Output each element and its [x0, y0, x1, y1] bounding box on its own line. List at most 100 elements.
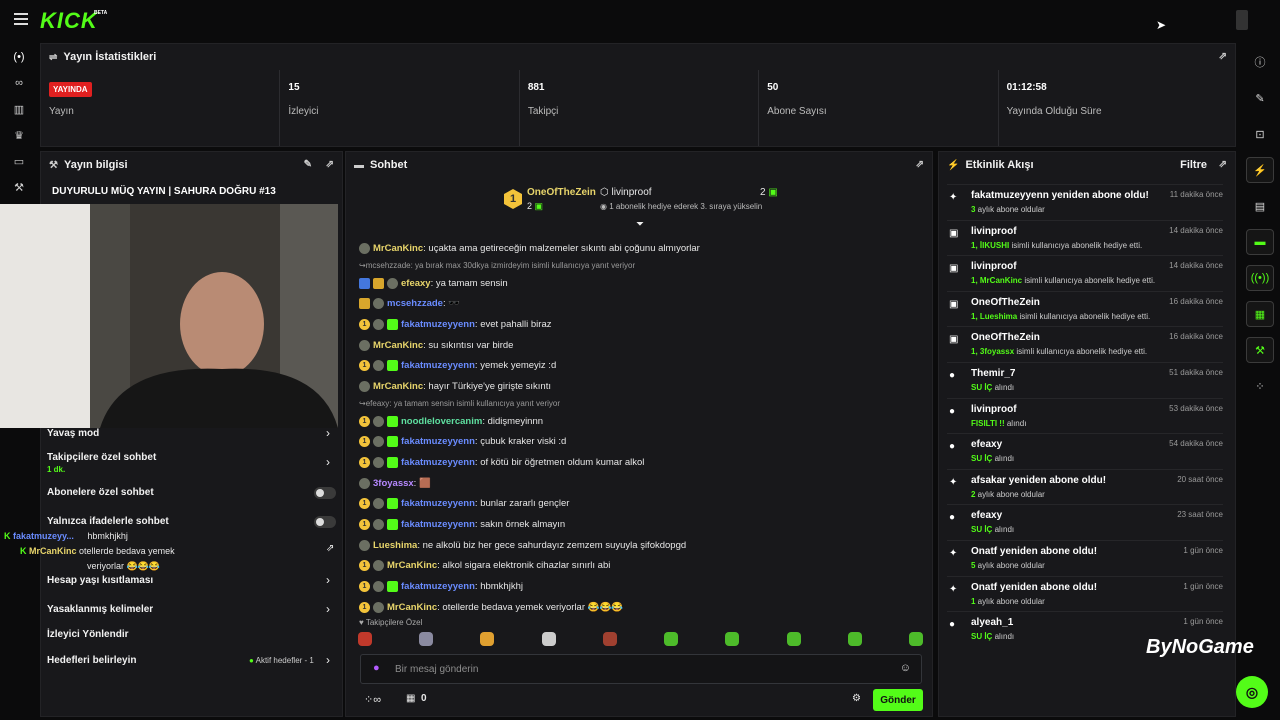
badge-icon [359, 477, 370, 489]
emote[interactable] [908, 632, 923, 646]
chevron-right-icon[interactable]: › [326, 426, 330, 440]
chart-icon[interactable]: ▥ [0, 96, 38, 122]
chat-username[interactable]: efeaxy [401, 278, 431, 289]
mic-icon[interactable]: ● [373, 662, 380, 674]
emoji-icon[interactable]: ☺ [900, 662, 911, 674]
gift-hint: ◉ 1 abonelik hediye ederek 3. sıraya yük… [600, 202, 763, 211]
emote[interactable] [419, 632, 434, 646]
event-icon: ● [949, 619, 956, 631]
chevron-right-icon[interactable]: › [326, 653, 330, 667]
chat-icon[interactable]: ▬ [1240, 224, 1280, 260]
wrench-icon[interactable]: ⚒ [1240, 332, 1280, 368]
activity-item: ● efeaxy SU İÇ alındı 54 dakika önce [947, 433, 1223, 469]
filter-button[interactable]: Filtre [1180, 159, 1207, 171]
popout-icon[interactable]: ⇗ [916, 159, 924, 170]
chat-username[interactable]: MrCanKinc [373, 243, 423, 254]
raid-setting[interactable]: İzleyici Yönlendir [47, 629, 129, 640]
target-icon[interactable]: ⊡ [1240, 116, 1280, 152]
stat-uptime: 01:12:58 Yayında Olduğu Süre [999, 70, 1237, 146]
chat-username[interactable]: fakatmuzeyyenn [401, 360, 475, 371]
info-icon[interactable]: ⓘ [1240, 44, 1280, 80]
menu-icon[interactable] [14, 13, 28, 25]
link-icon[interactable]: ∞ [0, 70, 38, 96]
chat-panel: ▬ Sohbet ⇗ 1 OneOfTheZein 2 ▣ ⬡ livinproof… [345, 151, 933, 717]
event-detail: 2 aylık abone oldular [971, 489, 1045, 499]
emote[interactable] [786, 632, 801, 646]
wrench-icon[interactable]: ⚒ [0, 174, 38, 200]
chat-username[interactable]: fakatmuzeyyenn [401, 498, 475, 509]
chat-username[interactable]: fakatmuzeyyenn [401, 519, 475, 530]
chat-username[interactable]: noodlelovercanim [401, 416, 482, 427]
lightning-icon[interactable]: ⚡ [1240, 152, 1280, 188]
chat-username[interactable]: fakatmuzeyyenn [401, 436, 475, 447]
screen-icon[interactable]: ▭ [0, 148, 38, 174]
chevron-right-icon[interactable]: › [326, 573, 330, 587]
chat-username[interactable]: fakatmuzeyyenn [401, 457, 475, 468]
broadcast-icon[interactable]: ((•)) [1240, 260, 1280, 296]
stat-followers: 881 Takipçi [520, 70, 760, 146]
followers-only-setting[interactable]: Takipçilere özel sohbet 1 dk. [47, 452, 156, 474]
chat-username[interactable]: MrCanKinc [387, 560, 437, 571]
clipboard-icon[interactable]: ▤ [1240, 188, 1280, 224]
badge-icon [387, 360, 398, 372]
chat-message: 1 fakatmuzeyyenn: çubuk kraker viski :d [359, 432, 919, 453]
banned-words-setting[interactable]: Yasaklanmış kelimeler [47, 604, 153, 615]
chat-username[interactable]: MrCanKinc [373, 340, 423, 351]
chat-input[interactable]: ● Bir mesaj gönderin ☺ [360, 654, 922, 684]
slow-mode-setting[interactable]: Yavaş mod [47, 428, 99, 439]
goals-setting[interactable]: Hedefleri belirleyin [47, 655, 136, 666]
store-icon[interactable]: ▦ 0 [406, 693, 427, 704]
emote[interactable] [664, 632, 679, 646]
chat-username[interactable]: MrCanKinc [387, 602, 437, 613]
emote[interactable] [725, 632, 740, 646]
emote-only-toggle[interactable] [314, 516, 336, 528]
event-title: efeaxy [971, 439, 1003, 451]
kick-logo[interactable]: KICK [40, 8, 98, 34]
event-detail: 5 aylık abone oldular [971, 561, 1045, 570]
avatar[interactable] [1236, 10, 1248, 30]
trophy-icon[interactable]: ♛ [0, 122, 38, 148]
gear-icon[interactable]: ⚙ [852, 693, 861, 704]
event-detail: 3 aylık abone oldular [971, 205, 1045, 214]
popout-icon[interactable]: ⇗ [326, 543, 334, 554]
top-bar: KICK BETA ➤ [0, 0, 1280, 40]
chevron-right-icon[interactable]: › [326, 602, 330, 616]
rank-badge: 1 [504, 189, 522, 209]
chat-username[interactable]: mcsehzzade [387, 298, 443, 309]
account-age-setting[interactable]: Hesap yaşı kısıtlaması [47, 575, 153, 586]
points-icon[interactable]: ⁘∞ [364, 693, 381, 706]
emote[interactable] [541, 632, 556, 646]
support-icon[interactable]: ◎ [1236, 676, 1268, 708]
send-button[interactable]: Gönder [873, 689, 923, 711]
chat-message: mcsehzzade: 🕶️ [359, 293, 919, 314]
badge-icon: 1 [359, 457, 370, 469]
event-time: 20 saat önce [1177, 474, 1223, 484]
chat-message: MrCanKinc: su sıkıntısı var birde [359, 335, 919, 356]
chat-text: : uçakta ama getireceğin malzemeler sıkı… [423, 242, 700, 254]
chat-message: efeaxy: ya tamam sensin [359, 273, 919, 294]
stats-icon: ⇌ [49, 51, 58, 63]
chat-username[interactable]: MrCanKinc [373, 381, 423, 392]
subscribers-only-toggle[interactable] [314, 487, 336, 499]
emote[interactable] [480, 632, 495, 646]
edit-icon[interactable]: ✎ [304, 159, 312, 170]
chat-username[interactable]: Lueshima [373, 540, 417, 551]
dots-icon[interactable]: ⁘ [1240, 368, 1280, 404]
emote[interactable] [358, 632, 372, 646]
popout-icon[interactable]: ⇗ [1219, 51, 1227, 62]
event-detail: SU İÇ alındı [971, 525, 1015, 535]
badge-icon [387, 519, 398, 531]
chat-username[interactable]: fakatmuzeyyenn [401, 319, 475, 330]
chevron-right-icon[interactable]: › [326, 455, 330, 469]
chat-username[interactable]: 3foyassx [373, 478, 414, 489]
pencil-icon[interactable]: ✎ [1240, 80, 1280, 116]
emote[interactable] [847, 632, 862, 646]
emote[interactable] [602, 632, 617, 646]
scroll-down-icon[interactable]: ⏷ [636, 219, 644, 230]
layout-icon[interactable]: ▦ [1240, 296, 1280, 332]
chat-username[interactable]: fakatmuzeyyenn [401, 581, 475, 592]
popout-icon[interactable]: ⇗ [326, 159, 334, 170]
popout-icon[interactable]: ⇗ [1219, 159, 1227, 170]
broadcast-icon[interactable]: (•) [0, 44, 38, 70]
emote-only-setting: Yalnızca ifadelerle sohbet [47, 516, 169, 527]
